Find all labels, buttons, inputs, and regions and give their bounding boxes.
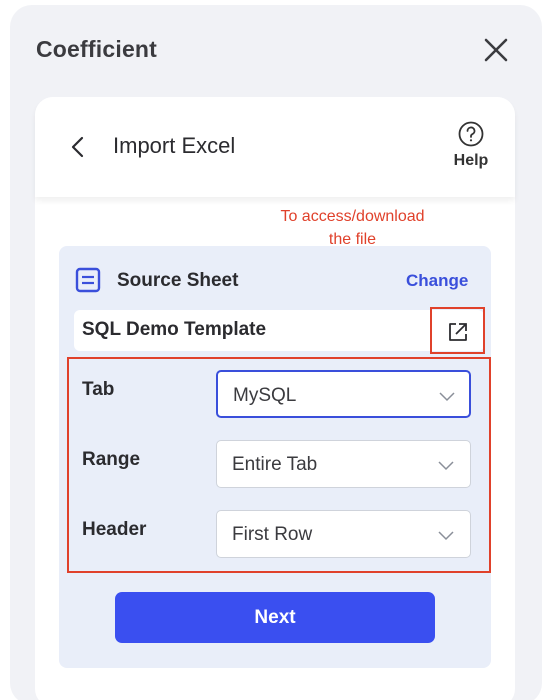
chevron-down-icon: [438, 531, 454, 541]
help-button[interactable]: Help: [443, 121, 499, 179]
card-header: Import Excel Help: [35, 97, 515, 197]
help-label: Help: [453, 152, 489, 169]
external-link-icon: [449, 323, 467, 341]
change-source-link[interactable]: Change: [406, 271, 468, 291]
chevron-down-icon: [439, 392, 455, 402]
open-file-button[interactable]: [430, 307, 485, 354]
app-title: Coefficient: [36, 36, 158, 62]
sheet-icon: [75, 267, 101, 293]
page-title: Import Excel: [113, 133, 236, 158]
back-button[interactable]: [67, 135, 89, 159]
header-select[interactable]: First Row: [216, 510, 471, 558]
chevron-left-icon: [71, 136, 84, 158]
tab-label: Tab: [82, 379, 115, 400]
tab-select[interactable]: MySQL: [216, 370, 471, 418]
header-select-value: First Row: [232, 524, 313, 545]
chevron-down-icon: [438, 461, 454, 471]
tab-select-value: MySQL: [233, 385, 297, 406]
close-button[interactable]: [482, 36, 510, 64]
range-select-value: Entire Tab: [232, 454, 318, 475]
help-circle-icon: [458, 121, 484, 147]
source-sheet-label: Source Sheet: [117, 270, 239, 291]
sheet-name: SQL Demo Template: [82, 319, 267, 340]
next-button[interactable]: Next: [115, 592, 435, 643]
annotation-line-1: To access/download: [280, 208, 425, 225]
range-select[interactable]: Entire Tab: [216, 440, 471, 488]
header-label: Header: [82, 519, 147, 540]
close-icon: [484, 38, 508, 62]
range-label: Range: [82, 449, 141, 470]
